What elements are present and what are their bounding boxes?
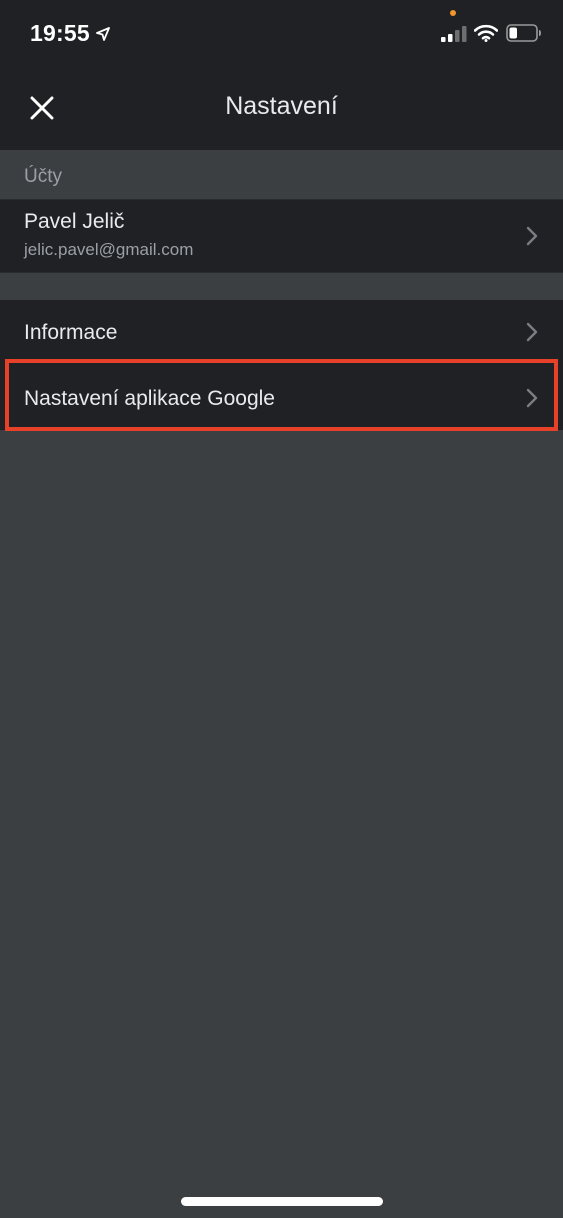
chevron-right-icon [526, 322, 538, 342]
location-arrow-icon [95, 20, 110, 47]
section-header-label: Účty [24, 166, 62, 187]
settings-screen: 19:55 Nastavení Účty Pavel Jelič jelic.p… [0, 0, 563, 1218]
chevron-right-icon [526, 226, 538, 246]
status-time-text: 19:55 [30, 20, 90, 46]
privacy-indicator-dot [450, 10, 456, 16]
section-header-accounts: Účty [0, 150, 563, 200]
app-header: Nastavení [0, 70, 563, 150]
account-name: Pavel Jelič [24, 210, 125, 233]
home-indicator[interactable] [181, 1197, 383, 1206]
account-row[interactable]: Pavel Jelič jelic.pavel@gmail.com [0, 200, 563, 272]
menu-item-label: Nastavení aplikace Google [24, 387, 275, 410]
menu-item-informace[interactable]: Informace [0, 300, 563, 364]
chevron-right-icon [526, 388, 538, 408]
menu-item-label: Informace [24, 321, 118, 344]
cellular-signal-icon [441, 26, 467, 42]
status-time: 19:55 [30, 20, 110, 47]
wifi-icon [474, 24, 498, 42]
menu-item-google-app-settings[interactable]: Nastavení aplikace Google [0, 364, 563, 430]
battery-icon [506, 24, 541, 42]
section-divider [0, 272, 563, 301]
account-email: jelic.pavel@gmail.com [24, 240, 194, 259]
status-bar: 19:55 [0, 0, 563, 70]
page-title: Nastavení [225, 92, 338, 120]
